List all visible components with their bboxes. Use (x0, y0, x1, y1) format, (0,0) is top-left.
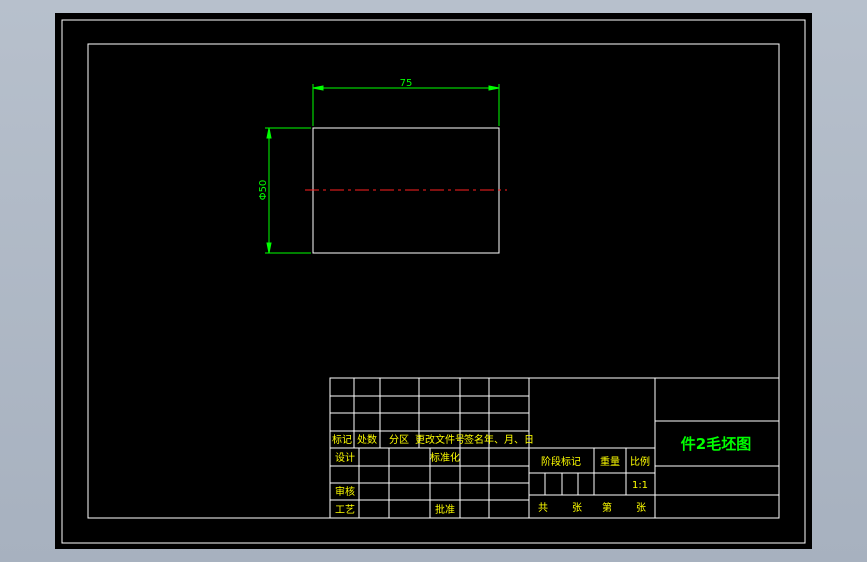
label-stage-mark: 阶段标记 (541, 455, 581, 468)
header-signature: 签名 (464, 433, 484, 446)
label-weight: 重量 (600, 455, 620, 468)
header-count: 处数 (357, 433, 377, 446)
part-title[interactable]: 件2毛坯图 (681, 435, 751, 453)
cad-drawing-window: 75 Φ50 标记 处数 分区 更改文件号 签名 年、月、日 设计 标准化 审核… (55, 13, 812, 549)
label-review: 审核 (335, 485, 355, 498)
dimension-diameter-text: Φ50 (258, 180, 269, 201)
header-date: 年、月、日 (484, 433, 534, 446)
label-scale: 比例 (630, 455, 650, 468)
label-approve: 批准 (435, 503, 455, 516)
label-process: 工艺 (335, 504, 355, 516)
label-design: 设计 (335, 451, 355, 464)
scale-value[interactable]: 1:1 (632, 480, 648, 491)
header-mark: 标记 (332, 434, 352, 446)
label-sheet-unit: 张 (636, 502, 646, 514)
label-standardization: 标准化 (430, 451, 460, 464)
drawing-sheet (55, 13, 812, 549)
header-zone: 分区 (389, 434, 409, 446)
header-change-doc: 更改文件号 (415, 433, 465, 446)
label-sheet-no: 第 (602, 501, 612, 514)
dimension-width-text: 75 (400, 78, 413, 89)
label-total: 共 (538, 502, 548, 514)
label-sheets: 张 (572, 502, 582, 514)
